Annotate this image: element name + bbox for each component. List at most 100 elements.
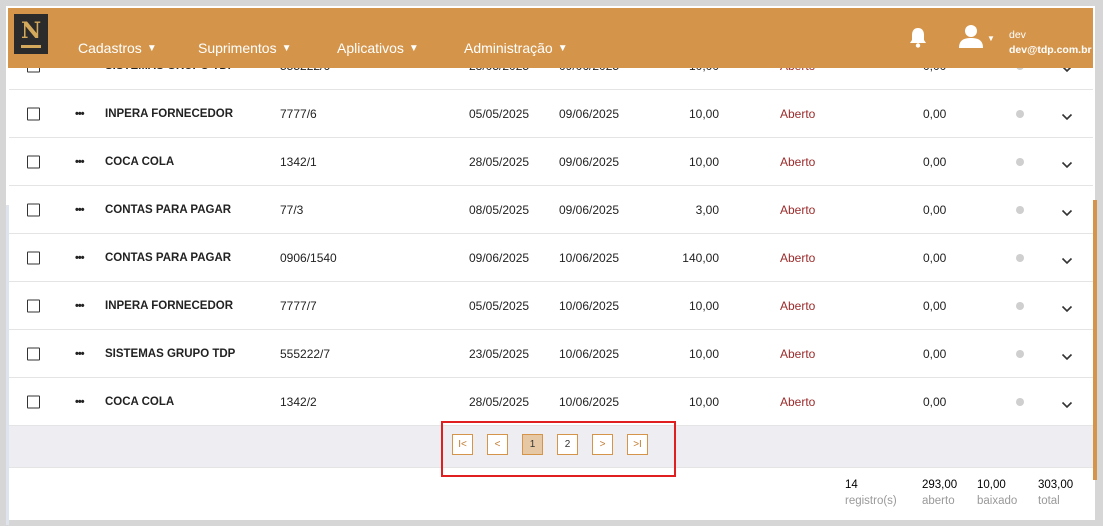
more-options-icon[interactable]: ••• <box>75 108 85 120</box>
chevron-down-icon[interactable] <box>1061 398 1073 408</box>
supplier-name: INPERA FORNECEDOR <box>105 299 233 312</box>
due-date: 10/06/2025 <box>559 346 620 361</box>
total-sum: 303,00 total <box>1038 477 1073 509</box>
chevron-down-icon[interactable] <box>1061 254 1073 264</box>
row-checkbox[interactable] <box>27 347 40 360</box>
menu-aplicativos[interactable]: Aplicativos ▼ <box>337 40 464 56</box>
more-options-icon[interactable]: ••• <box>75 396 85 408</box>
amount: 10,00 <box>688 394 719 409</box>
paid-amount: 0,00 <box>923 154 947 169</box>
supplier-name: SISTEMAS GRUPO TDP <box>105 347 236 360</box>
user-menu[interactable]: ▼ <box>958 24 995 48</box>
paid-label: baixado <box>977 495 1018 507</box>
caret-down-icon: ▼ <box>281 42 292 54</box>
chevron-down-icon[interactable] <box>1061 158 1073 168</box>
row-checkbox[interactable] <box>27 251 40 264</box>
more-options-icon[interactable]: ••• <box>75 300 85 312</box>
supplier-name: COCA COLA <box>105 395 175 408</box>
scroll-accent <box>1093 200 1097 480</box>
issue-date: 09/06/2025 <box>469 250 530 265</box>
total-value: 303,00 <box>1038 479 1074 491</box>
document-number: 1342/1 <box>280 154 317 169</box>
menu-label: Administração <box>464 40 553 56</box>
open-label: aberto <box>922 495 955 507</box>
status-dot-icon <box>1016 205 1024 214</box>
menu-suprimentos[interactable]: Suprimentos ▼ <box>198 40 337 56</box>
menu-administracao[interactable]: Administração ▼ <box>464 40 568 56</box>
bell-icon[interactable] <box>908 26 928 48</box>
menu-cadastros[interactable]: Cadastros ▼ <box>78 40 198 56</box>
status-dot-icon <box>1016 253 1024 262</box>
issue-date: 05/05/2025 <box>469 106 530 121</box>
paid-amount: 0,00 <box>923 250 947 265</box>
amount: 10,00 <box>688 346 719 361</box>
issue-date: 23/05/2025 <box>469 346 530 361</box>
amount: 3,00 <box>695 202 719 217</box>
amount: 10,00 <box>688 154 719 169</box>
user-name: dev <box>1009 29 1026 41</box>
due-date: 09/06/2025 <box>559 202 620 217</box>
issue-date: 28/05/2025 <box>469 394 530 409</box>
status-text: Aberto <box>780 154 816 169</box>
row-checkbox[interactable] <box>27 395 40 408</box>
count-value: 14 <box>845 479 858 491</box>
status-text: Aberto <box>780 346 816 361</box>
status-dot-icon <box>1016 157 1024 166</box>
supplier-name: INPERA FORNECEDOR <box>105 107 233 120</box>
top-navbar: N Cadastros ▼ Suprimentos ▼ Aplicativos … <box>8 8 1093 68</box>
paid-value: 10,00 <box>977 479 1006 491</box>
table-row[interactable]: ••• INPERA FORNECEDOR 7777/6 05/05/2025 09/0… <box>9 90 1093 138</box>
chevron-down-icon[interactable] <box>1061 110 1073 120</box>
app-logo[interactable]: N <box>14 14 48 54</box>
table-body: •••SISTEMAS GRUPO TDP555222/623/05/20250… <box>9 42 1093 426</box>
supplier-name: COCA COLA <box>105 155 175 168</box>
caret-down-icon: ▼ <box>557 42 568 54</box>
more-options-icon[interactable]: ••• <box>75 156 85 168</box>
menu-label: Aplicativos <box>337 40 404 56</box>
table-row[interactable]: ••• INPERA FORNECEDOR 7777/7 05/05/2025 10/0… <box>9 282 1093 330</box>
issue-date: 08/05/2025 <box>469 202 530 217</box>
user-email: dev@tdp.com.br <box>1009 44 1092 56</box>
table-row[interactable]: ••• CONTAS PARA PAGAR 77/3 08/05/2025 09/06/… <box>9 186 1093 234</box>
count-label: registro(s) <box>845 495 897 507</box>
total-open: 293,00 aberto <box>922 477 957 509</box>
paid-amount: 0,00 <box>923 202 947 217</box>
supplier-name: CONTAS PARA PAGAR <box>105 251 232 264</box>
table-row[interactable]: ••• CONTAS PARA PAGAR 0906/1540 09/06/2025 1… <box>9 234 1093 282</box>
row-checkbox[interactable] <box>27 155 40 168</box>
supplier-name: CONTAS PARA PAGAR <box>105 203 232 216</box>
amount: 140,00 <box>682 250 719 265</box>
issue-date: 28/05/2025 <box>469 154 530 169</box>
caret-down-icon: ▼ <box>987 34 995 43</box>
status-dot-icon <box>1016 301 1024 310</box>
more-options-icon[interactable]: ••• <box>75 252 85 264</box>
document-number: 555222/7 <box>280 346 331 361</box>
row-checkbox[interactable] <box>27 107 40 120</box>
total-count: 14 registro(s) <box>845 477 897 509</box>
status-text: Aberto <box>780 250 816 265</box>
table-row[interactable]: ••• SISTEMAS GRUPO TDP 555222/7 23/05/2025 1… <box>9 330 1093 378</box>
more-options-icon[interactable]: ••• <box>75 204 85 216</box>
total-label: total <box>1038 495 1060 507</box>
document-number: 0906/1540 <box>280 250 337 265</box>
caret-down-icon: ▼ <box>146 42 157 54</box>
row-checkbox[interactable] <box>27 203 40 216</box>
status-dot-icon <box>1016 349 1024 358</box>
nav-menu: Cadastros ▼ Suprimentos ▼ Aplicativos ▼ … <box>78 40 568 56</box>
due-date: 09/06/2025 <box>559 154 620 169</box>
status-text: Aberto <box>780 202 816 217</box>
status-text: Aberto <box>780 394 816 409</box>
issue-date: 05/05/2025 <box>469 298 530 313</box>
logo-glyph: N <box>20 18 42 44</box>
chevron-down-icon[interactable] <box>1061 206 1073 216</box>
due-date: 10/06/2025 <box>559 394 620 409</box>
row-checkbox[interactable] <box>27 299 40 312</box>
more-options-icon[interactable]: ••• <box>75 348 85 360</box>
open-value: 293,00 <box>922 479 958 491</box>
chevron-down-icon[interactable] <box>1061 302 1073 312</box>
chevron-down-icon[interactable] <box>1061 350 1073 360</box>
table-row[interactable]: ••• COCA COLA 1342/1 28/05/2025 09/06/2025 10… <box>9 138 1093 186</box>
user-account: dev dev@tdp.com.br <box>1009 28 1092 58</box>
total-paid: 10,00 baixado <box>977 477 1017 509</box>
table-row[interactable]: ••• COCA COLA 1342/2 28/05/2025 10/06/2025 10… <box>9 378 1093 426</box>
